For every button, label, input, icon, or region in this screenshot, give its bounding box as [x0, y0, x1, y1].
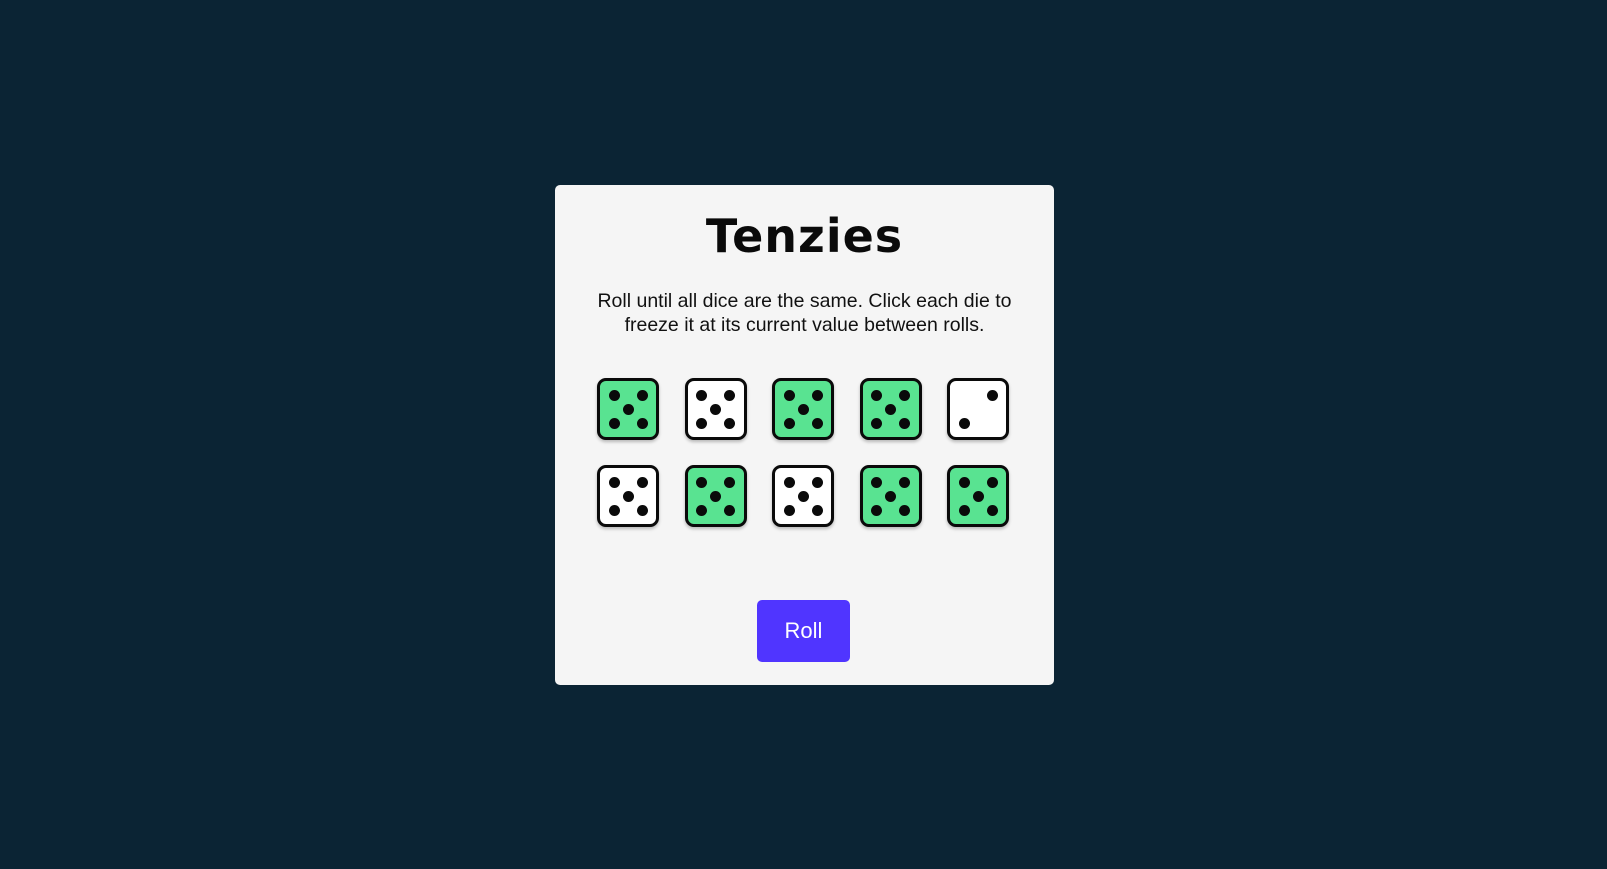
die-pip: [636, 504, 648, 516]
die-pip: [622, 490, 634, 502]
die-pip: [885, 403, 896, 415]
die-pip: [885, 490, 896, 502]
die-pip: [783, 504, 795, 516]
die-pip: [724, 389, 735, 401]
die-pip: [972, 490, 984, 502]
die-2[interactable]: [684, 378, 747, 440]
die-pip: [986, 476, 998, 488]
die-pip: [797, 403, 809, 415]
game-instructions: Roll until all dice are the same. Click …: [597, 290, 1012, 336]
game-board: Tenzies Roll until all dice are the same…: [555, 185, 1054, 685]
die-pip: [811, 476, 823, 488]
die-8[interactable]: [772, 465, 834, 527]
die-pip: [608, 504, 620, 516]
game-title: Tenzies: [705, 209, 904, 263]
die-pip: [871, 389, 882, 401]
die-pip: [899, 417, 910, 429]
die-5[interactable]: [947, 378, 1009, 440]
die-pip: [958, 476, 970, 488]
die-pip: [899, 504, 910, 516]
die-pip: [899, 476, 910, 488]
die-pip: [724, 417, 735, 429]
die-pip: [696, 504, 707, 516]
die-pip: [958, 504, 970, 516]
die-pip: [696, 417, 707, 429]
roll-button[interactable]: Roll: [757, 600, 850, 662]
die-pip: [636, 417, 648, 429]
die-pip: [797, 490, 809, 502]
die-pip: [986, 389, 998, 401]
die-pip: [811, 417, 823, 429]
die-7[interactable]: [684, 465, 747, 527]
die-pip: [871, 476, 882, 488]
die-pip: [724, 504, 735, 516]
die-pip: [783, 417, 795, 429]
die-pip: [783, 476, 795, 488]
die-6[interactable]: [597, 465, 659, 527]
die-pip: [608, 476, 620, 488]
die-pip: [783, 389, 795, 401]
die-pip: [608, 417, 620, 429]
die-9[interactable]: [859, 465, 922, 527]
die-pip: [899, 389, 910, 401]
die-pip: [811, 389, 823, 401]
die-10[interactable]: [947, 465, 1009, 527]
die-pip: [871, 417, 882, 429]
die-pip: [622, 403, 634, 415]
die-pip: [710, 403, 721, 415]
die-pip: [636, 476, 648, 488]
die-pip: [724, 476, 735, 488]
die-pip: [636, 389, 648, 401]
die-pip: [811, 504, 823, 516]
die-pip: [958, 417, 970, 429]
die-pip: [696, 389, 707, 401]
die-3[interactable]: [772, 378, 834, 440]
die-1[interactable]: [597, 378, 659, 440]
die-pip: [696, 476, 707, 488]
dice-grid: [597, 378, 1013, 527]
die-pip: [710, 490, 721, 502]
die-pip: [986, 504, 998, 516]
die-4[interactable]: [859, 378, 922, 440]
die-pip: [608, 389, 620, 401]
die-pip: [871, 504, 882, 516]
